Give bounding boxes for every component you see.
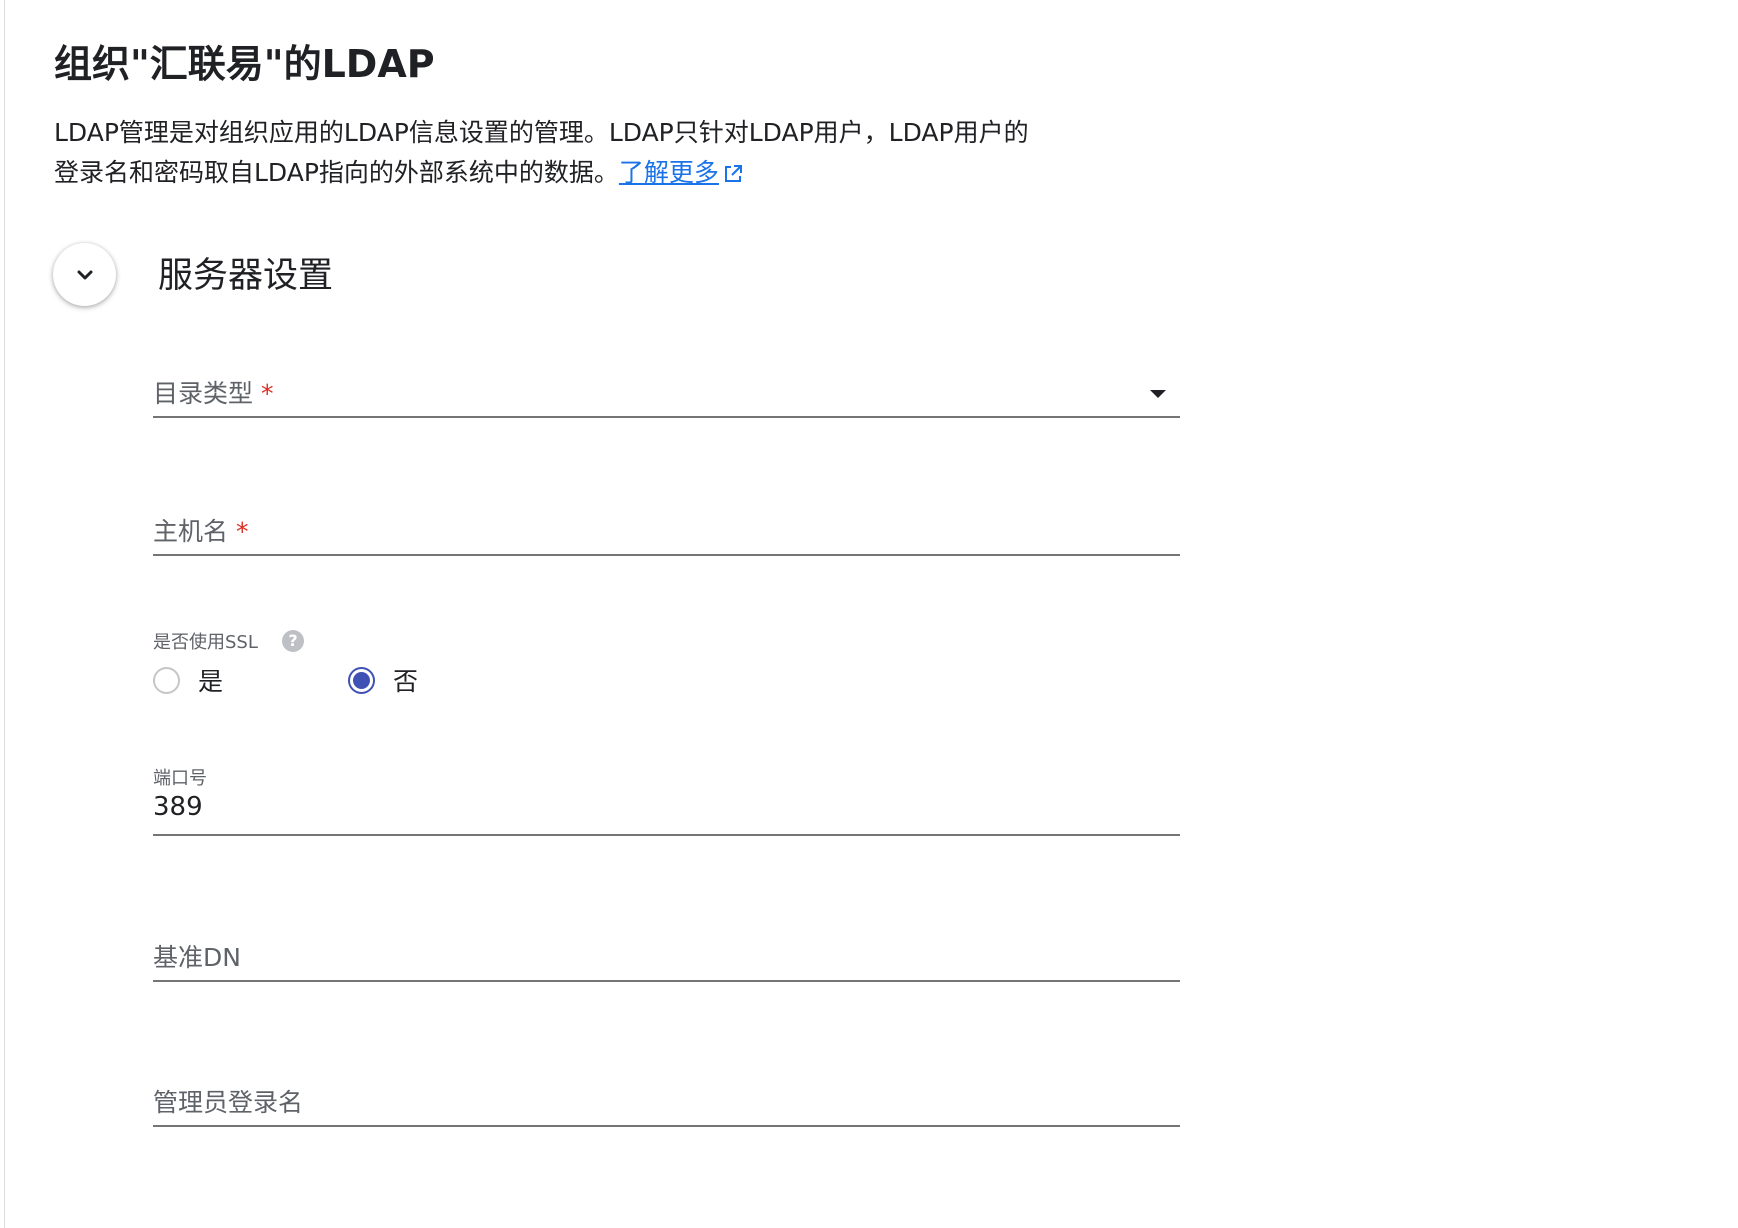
field-underline: [153, 554, 1180, 556]
hostname-label-text: 主机名: [153, 517, 229, 546]
section-collapse-button[interactable]: [53, 243, 116, 306]
field-underline: [153, 1125, 1180, 1127]
base-dn-label: 基准DN: [153, 943, 241, 972]
radio-unchecked-icon: [153, 666, 180, 694]
port-input[interactable]: 端口号 389: [153, 760, 1180, 836]
left-divider: [4, 0, 5, 1228]
directory-type-label-text: 目录类型: [153, 379, 254, 408]
radio-dot: [353, 671, 370, 689]
ssl-radio-group: 是否使用SSL ? 是 否: [153, 626, 1180, 696]
ssl-label: 是否使用SSL: [153, 632, 258, 653]
admin-login-input[interactable]: 管理员登录名: [153, 1075, 1180, 1127]
hostname-input[interactable]: 主机名 *: [153, 508, 1180, 556]
ssl-option-yes[interactable]: 是: [153, 662, 223, 698]
description-line-2-text: 登录名和密码取自LDAP指向的外部系统中的数据。: [54, 158, 619, 187]
radio-checked-icon: [348, 666, 375, 694]
required-mark: *: [261, 379, 274, 408]
ldap-settings-page: 组织"汇联易"的LDAP LDAP管理是对组织应用的LDAP信息设置的管理。LD…: [0, 0, 1738, 1228]
base-dn-input[interactable]: 基准DN: [153, 930, 1180, 982]
port-label: 端口号: [153, 768, 207, 789]
admin-login-label: 管理员登录名: [153, 1088, 304, 1117]
question-circle-icon[interactable]: ?: [282, 630, 304, 652]
field-underline: [153, 416, 1180, 418]
directory-type-label: 目录类型 *: [153, 374, 274, 410]
learn-more-link[interactable]: 了解更多: [619, 158, 743, 187]
field-underline: [153, 834, 1180, 836]
learn-more-label: 了解更多: [618, 158, 719, 187]
page-title: 组织"汇联易"的LDAP: [54, 42, 435, 86]
section-title-server-settings: 服务器设置: [158, 256, 334, 296]
description-line-1: LDAP管理是对组织应用的LDAP信息设置的管理。LDAP只针对LDAP用户，L…: [54, 118, 1029, 147]
ssl-option-no-label: 否: [393, 667, 419, 696]
chevron-down-icon: [77, 270, 92, 279]
dropdown-arrow-icon: [1150, 390, 1166, 398]
directory-type-select[interactable]: 目录类型 *: [153, 370, 1180, 418]
ssl-option-yes-label: 是: [198, 667, 224, 696]
required-mark: *: [236, 517, 249, 546]
page-description: LDAP管理是对组织应用的LDAP信息设置的管理。LDAP只针对LDAP用户，L…: [54, 113, 1094, 193]
port-value: 389: [153, 792, 203, 822]
external-link-icon: [724, 165, 742, 182]
hostname-label: 主机名 *: [153, 512, 249, 548]
field-underline: [153, 980, 1180, 982]
ssl-option-no[interactable]: 否: [348, 662, 418, 698]
description-line-2: 登录名和密码取自LDAP指向的外部系统中的数据。了解更多: [54, 153, 1094, 193]
